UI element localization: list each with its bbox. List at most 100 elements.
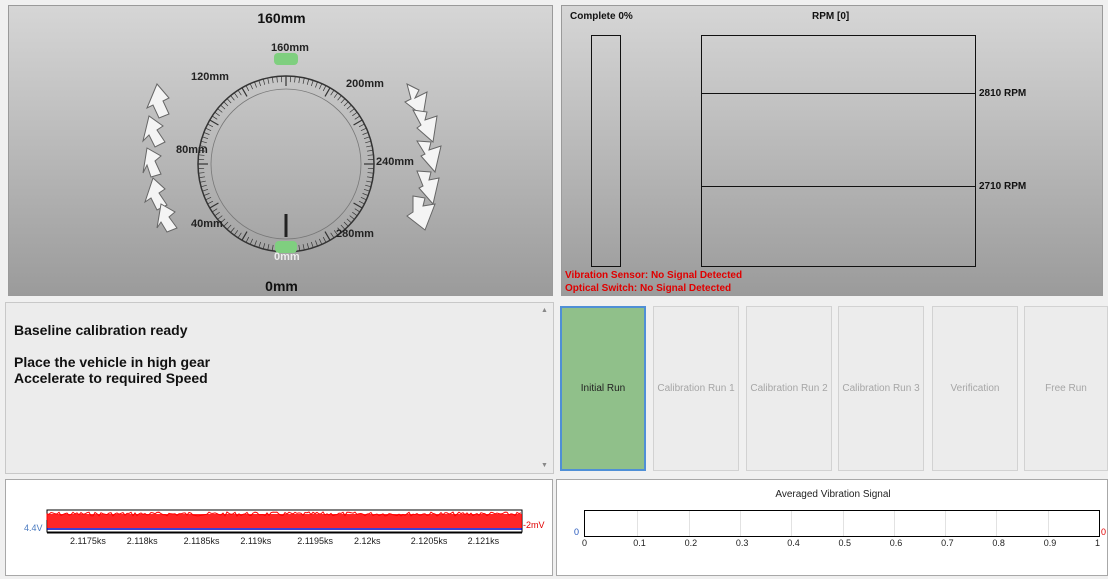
calibration-run-2-label: Calibration Run 2: [750, 383, 828, 394]
optical-switch-status: Optical Switch: No Signal Detected: [565, 283, 732, 294]
averaged-grid-line: [996, 511, 998, 536]
completion-bar: [591, 35, 621, 267]
dial-tick: [353, 119, 363, 126]
message-line-2: Place the vehicle in high gear: [14, 354, 211, 370]
dial-tick: [324, 87, 331, 97]
dial-tick: [209, 119, 219, 126]
dial-tick: [200, 184, 207, 188]
dial-tick: [209, 202, 219, 209]
dial-tick: [337, 95, 342, 101]
left-arrows-up-icon: [142, 83, 178, 233]
averaged-grid-line: [637, 511, 639, 536]
dial-label-0: 0mm: [274, 251, 300, 263]
averaged-tick-label: 0.3: [735, 538, 749, 548]
dial-panel: 160mm 0mm 160mm 120mm 200mm 80mm 240mm 4…: [8, 5, 553, 296]
dial-tick: [237, 90, 242, 96]
dial-tick: [202, 189, 209, 192]
dial-tick: [315, 81, 318, 88]
averaged-tick-label: 0.7: [941, 538, 954, 548]
dial-tick: [352, 211, 358, 217]
dial-tick: [254, 81, 257, 88]
complete-label: Complete 0%: [570, 11, 633, 22]
averaged-title: Averaged Vibration Signal: [775, 489, 891, 500]
verification-button[interactable]: Verification: [932, 306, 1018, 471]
waveform-band: [47, 514, 522, 528]
dial-tick: [207, 200, 214, 205]
dial-tick: [199, 180, 206, 183]
dial-tick: [363, 136, 370, 139]
dial-tick: [198, 172, 205, 174]
dial-tick: [340, 98, 346, 104]
averaged-tick-label: 0: [582, 538, 588, 548]
dial-tick: [311, 241, 314, 248]
free-run-label: Free Run: [1045, 383, 1087, 394]
waveform-tick-label: 2.12ks: [354, 536, 381, 546]
dial-tick: [306, 78, 310, 85]
dial-tick: [366, 180, 373, 183]
dial-tick: [258, 241, 261, 248]
dial-tick: [249, 238, 253, 245]
calibration-run-2-button[interactable]: Calibration Run 2: [746, 306, 832, 471]
waveform-panel: 4.4V -2mV 2.1175ks 2.118ks 2.1185ks 2.119ks…: [5, 479, 553, 576]
averaged-tick-label: 1: [1095, 538, 1101, 548]
averaged-plot-area: [584, 510, 1100, 537]
dial-tick: [241, 87, 248, 97]
averaged-tick-label: 0.1: [633, 538, 646, 548]
averaged-tick-label: 0.2: [684, 538, 698, 548]
dial-tick: [343, 221, 349, 227]
dial-tick: [271, 77, 274, 84]
dial-tick: [346, 218, 352, 224]
scroll-up-icon[interactable]: ▲: [541, 307, 548, 314]
dial-tick: [245, 85, 250, 92]
upper-threshold-line: [702, 93, 975, 94]
dial-tick: [306, 243, 310, 250]
dial-tick: [245, 236, 250, 243]
averaged-tick-label: 0.4: [787, 538, 800, 548]
dial-tick: [319, 238, 323, 245]
averaged-grid-line: [688, 511, 690, 536]
dial-label-160: 160mm: [271, 42, 309, 54]
dial-tick: [233, 92, 239, 98]
dial-tick: [346, 104, 352, 110]
initial-run-button[interactable]: Initial Run: [560, 306, 646, 471]
free-run-button[interactable]: Free Run: [1024, 306, 1108, 471]
dial-tick: [366, 145, 373, 148]
averaged-grid-line: [842, 511, 844, 536]
averaged-vibration-panel: Averaged Vibration Signal 0 0 0 0.1 0.2 0.3…: [556, 479, 1108, 576]
waveform-tick-label: 2.119ks: [240, 536, 272, 546]
dial-tick: [203, 193, 210, 196]
averaged-left-value: 0: [574, 527, 580, 537]
dial-tick: [366, 176, 373, 179]
dial-tick: [199, 176, 206, 179]
upper-threshold-label: 2810 RPM: [979, 88, 1027, 99]
waveform-tick-label: 2.118ks: [126, 536, 158, 546]
dial-tick: [322, 236, 327, 243]
dial-tick: [349, 108, 355, 113]
rpm-chart-box: [701, 35, 976, 267]
dial-tick: [354, 115, 360, 120]
scroll-down-icon[interactable]: ▼: [541, 462, 548, 469]
dial-tick: [207, 123, 214, 128]
waveform-chart: [46, 509, 523, 534]
dial-tick: [311, 80, 314, 87]
dial-tick: [349, 215, 355, 220]
calibration-run-1-button[interactable]: Calibration Run 1: [653, 306, 739, 471]
rpm-title: RPM [0]: [812, 11, 850, 22]
dial-label-80: 80mm: [176, 144, 208, 156]
dial-tick: [276, 76, 278, 83]
message-line-3: Accelerate to required Speed: [14, 370, 208, 386]
message-scrollbar[interactable]: ▲ ▼: [536, 303, 553, 473]
instruction-panel[interactable]: Baseline calibration ready Place the veh…: [5, 302, 554, 474]
dial-label-120: 120mm: [191, 71, 229, 83]
dial-tick: [241, 231, 248, 241]
dial-tick: [302, 244, 305, 251]
dial-tick: [322, 85, 327, 92]
dial-tick: [202, 136, 209, 139]
waveform-tick-label: 2.1195ks: [297, 536, 334, 546]
dial-tick: [362, 132, 369, 135]
averaged-right-value: 0: [1101, 527, 1107, 537]
dial-tick: [262, 243, 266, 250]
dial-label-200: 200mm: [346, 78, 384, 90]
calibration-run-3-button[interactable]: Calibration Run 3: [838, 306, 924, 471]
dial-tick: [233, 230, 239, 236]
